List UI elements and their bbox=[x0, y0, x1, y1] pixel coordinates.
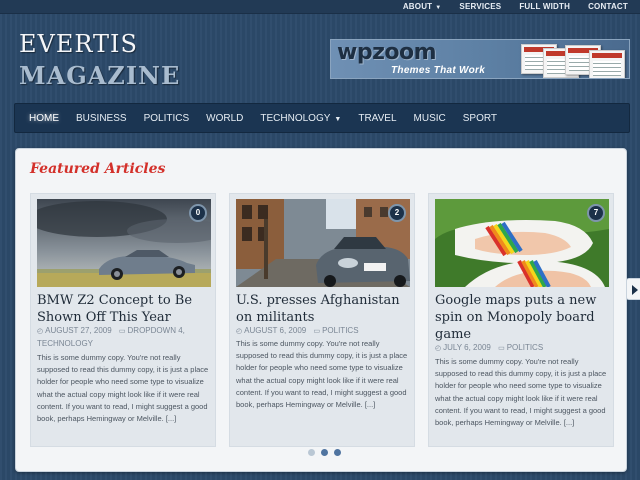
slider-next-arrow-icon[interactable] bbox=[626, 278, 640, 300]
article-date: AUGUST 6, 2009 bbox=[244, 326, 307, 335]
article-excerpt: This is some dummy copy. You're not real… bbox=[37, 353, 209, 424]
article-title[interactable]: U.S. presses Afghanistan on militants bbox=[236, 292, 414, 326]
pager-dot-2[interactable] bbox=[321, 449, 328, 456]
read-more-link[interactable]: [...] bbox=[166, 414, 176, 423]
comment-count-badge[interactable]: 0 bbox=[189, 204, 207, 222]
topnav-item-about[interactable]: ABOUT ▼ bbox=[403, 1, 442, 14]
clock-icon: ◴ bbox=[435, 345, 442, 352]
nav-item-music[interactable]: MUSIC bbox=[414, 104, 455, 135]
read-more-link[interactable]: [...] bbox=[564, 418, 574, 427]
folder-icon: ▭ bbox=[498, 345, 505, 352]
top-nav: ABOUT ▼ SERVICES FULL WIDTH CONTACT bbox=[403, 1, 628, 14]
header-banner-ad[interactable]: wpzoom Themes That Work bbox=[330, 39, 630, 79]
nav-item-sport[interactable]: SPORT bbox=[463, 104, 506, 135]
article-meta: ◴ AUGUST 6, 2009 ▭ POLITICS bbox=[236, 325, 414, 338]
nav-item-politics[interactable]: POLITICS bbox=[144, 104, 199, 135]
featured-heading: Featured Articles bbox=[30, 161, 166, 177]
article-meta: ◴ AUGUST 27, 2009 ▭ DROPDOWN 4, TECHNOLOGY bbox=[37, 325, 215, 350]
featured-card: 0 BMW Z2 Concept to Be Shown Off This Ye… bbox=[30, 193, 216, 447]
article-excerpt: This is some dummy copy. You're not real… bbox=[435, 357, 607, 428]
folder-icon: ▭ bbox=[313, 328, 321, 335]
nav-item-home[interactable]: HOME bbox=[29, 104, 68, 135]
article-title[interactable]: Google maps puts a new spin on Monopoly … bbox=[435, 292, 613, 343]
topnav-item-contact[interactable]: CONTACT bbox=[588, 1, 628, 14]
article-thumbnail-car[interactable]: 0 bbox=[37, 199, 211, 287]
article-category[interactable]: POLITICS bbox=[322, 326, 358, 335]
featured-card: 2 U.S. presses Afghanistan on militants … bbox=[229, 193, 415, 447]
logo-line-1: EVERTIS bbox=[19, 30, 138, 58]
folder-icon: ▭ bbox=[118, 328, 126, 335]
comment-count-badge[interactable]: 2 bbox=[388, 204, 406, 222]
site-logo[interactable]: EVERTIS MAGAZINE bbox=[19, 28, 180, 92]
nav-item-technology[interactable]: TECHNOLOGY ▼ bbox=[260, 104, 350, 135]
nav-item-travel[interactable]: TRAVEL bbox=[358, 104, 405, 135]
banner-brand: wpzoom bbox=[337, 40, 437, 65]
logo-line-2: MAGAZINE bbox=[19, 61, 181, 90]
article-date: AUGUST 27, 2009 bbox=[45, 326, 112, 335]
theme-screenshot-image bbox=[589, 50, 625, 78]
pager-dot-1[interactable] bbox=[308, 449, 315, 456]
read-more-link[interactable]: [...] bbox=[365, 400, 375, 409]
article-category[interactable]: POLITICS bbox=[507, 343, 543, 352]
topnav-item-full-width[interactable]: FULL WIDTH bbox=[519, 1, 570, 14]
article-thumbnail-sandals[interactable]: 7 bbox=[435, 199, 609, 287]
clock-icon: ◴ bbox=[37, 328, 44, 335]
article-excerpt: This is some dummy copy. You're not real… bbox=[236, 339, 408, 410]
article-thumbnail-street[interactable]: 2 bbox=[236, 199, 410, 287]
featured-articles-panel: Featured Articles 0 BMW Z2 Concept to Be… bbox=[15, 148, 627, 472]
comment-count-badge[interactable]: 7 bbox=[587, 204, 605, 222]
nav-item-world[interactable]: WORLD bbox=[206, 104, 252, 135]
topnav-item-services[interactable]: SERVICES bbox=[459, 1, 501, 14]
clock-icon: ◴ bbox=[236, 328, 243, 335]
article-meta: ◴ JULY 6, 2009 ▭ POLITICS bbox=[435, 342, 613, 355]
nav-item-business[interactable]: BUSINESS bbox=[76, 104, 136, 135]
main-nav: HOME BUSINESS POLITICS WORLD TECHNOLOGY ▼… bbox=[14, 103, 630, 133]
chevron-down-icon: ▼ bbox=[435, 5, 442, 11]
article-title[interactable]: BMW Z2 Concept to Be Shown Off This Year bbox=[37, 292, 215, 326]
featured-card: 7 Google maps puts a new spin on Monopol… bbox=[428, 193, 614, 447]
slider-pager bbox=[308, 449, 341, 456]
article-date: JULY 6, 2009 bbox=[443, 343, 491, 352]
banner-tagline: Themes That Work bbox=[391, 65, 486, 76]
chevron-down-icon: ▼ bbox=[334, 116, 342, 123]
pager-dot-3[interactable] bbox=[334, 449, 341, 456]
top-bar: ABOUT ▼ SERVICES FULL WIDTH CONTACT bbox=[0, 0, 640, 14]
